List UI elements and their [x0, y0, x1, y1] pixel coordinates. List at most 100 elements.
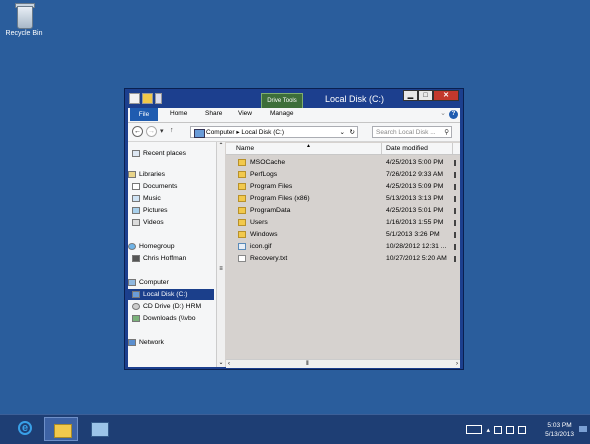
documents-icon: [132, 182, 140, 190]
nav-item-local-disk[interactable]: Local Disk (C:): [128, 289, 214, 300]
explorer-window: Drive Tools Local Disk (C:) ▁ □ ✕ File H…: [124, 88, 464, 370]
nav-item-documents[interactable]: Documents: [132, 181, 218, 192]
window-title: Local Disk (C:): [325, 94, 385, 104]
keyboard-icon[interactable]: [466, 425, 483, 434]
nav-item-downloads[interactable]: Downloads (\\vbo: [132, 313, 218, 324]
help-icon[interactable]: ?: [449, 110, 458, 119]
search-icon[interactable]: ⚲: [444, 127, 449, 138]
folder-icon: [238, 183, 246, 190]
title-bar[interactable]: Drive Tools Local Disk (C:) ▁ □ ✕: [125, 89, 463, 109]
clock[interactable]: 5:03 PM 5/13/2013: [545, 421, 574, 439]
nav-pane-scrollbar[interactable]: ⌃ ≡ ⌄: [216, 142, 225, 367]
scroll-right-icon[interactable]: ›: [456, 360, 458, 368]
file-row[interactable]: PerfLogs 7/26/2012 9:33 AM: [226, 169, 460, 181]
scroll-up-icon[interactable]: ⌃: [217, 142, 225, 150]
show-hidden-icons-icon[interactable]: ▴: [486, 426, 490, 434]
drive-tools-context-tab[interactable]: Drive Tools: [261, 93, 303, 109]
recycle-bin-icon: [14, 2, 35, 29]
server-manager-icon: [91, 422, 109, 437]
taskbar-server-manager[interactable]: [82, 417, 116, 441]
column-date-modified[interactable]: Date modified: [386, 143, 428, 154]
recycle-bin-label: Recycle Bin: [5, 30, 43, 37]
libraries-icon: [128, 170, 136, 178]
tab-file[interactable]: File: [130, 108, 158, 121]
close-button[interactable]: ✕: [433, 90, 459, 101]
recycle-bin[interactable]: Recycle Bin: [4, 2, 44, 37]
navigation-bar: ← → ▾ ↑ Computer ▸ Local Disk (C:) ⌄ ↻ S…: [128, 123, 460, 142]
clock-date: 5/13/2013: [545, 431, 574, 438]
nav-item-computer[interactable]: Computer: [128, 277, 214, 288]
search-input[interactable]: Search Local Disk ... ⚲: [372, 126, 452, 138]
navigation-pane: Recent places Libraries Documents Music …: [128, 142, 217, 367]
file-row[interactable]: ProgramData 4/25/2013 5:01 PM: [226, 205, 460, 217]
network-status-icon[interactable]: [506, 425, 514, 434]
flag-icon[interactable]: [494, 425, 502, 434]
taskbar-file-explorer[interactable]: [44, 417, 78, 441]
taskbar-internet-explorer[interactable]: e: [8, 417, 42, 441]
customize-toolbar-icon[interactable]: [155, 93, 162, 104]
pictures-icon: [132, 206, 140, 214]
desktop: Recycle Bin Drive Tools Local Disk (C:) …: [0, 0, 590, 414]
scroll-grip-icon[interactable]: ⦀: [306, 360, 309, 368]
scroll-down-icon[interactable]: ⌄: [217, 359, 225, 367]
file-row[interactable]: Windows 5/1/2013 3:26 PM: [226, 229, 460, 241]
clock-time: 5:03 PM: [547, 422, 572, 429]
file-row[interactable]: Recovery.txt 10/27/2012 5:20 AM: [226, 253, 460, 265]
address-dropdown-icon[interactable]: ⌄: [340, 127, 345, 138]
refresh-icon[interactable]: ↻: [350, 127, 355, 138]
volume-icon[interactable]: [518, 425, 526, 434]
folder-icon: [238, 159, 246, 166]
expand-ribbon-icon[interactable]: ⌄: [440, 109, 446, 117]
up-button[interactable]: ↑: [170, 127, 174, 134]
drive-icon: [194, 129, 205, 138]
tab-home[interactable]: Home: [170, 110, 187, 117]
file-row[interactable]: Program Files 4/25/2013 5:09 PM: [226, 181, 460, 193]
nav-item-homegroup[interactable]: Homegroup: [128, 241, 214, 252]
nav-item-network[interactable]: Network: [128, 337, 214, 348]
content-area: Recent places Libraries Documents Music …: [128, 142, 460, 368]
file-row[interactable]: Program Files (x86) 5/13/2013 3:13 PM: [226, 193, 460, 205]
network-icon: [128, 338, 136, 346]
show-desktop-button[interactable]: [579, 426, 587, 432]
minimize-button[interactable]: ▁: [403, 90, 418, 101]
nav-item-libraries[interactable]: Libraries: [128, 169, 214, 180]
scroll-left-icon[interactable]: ‹: [228, 360, 230, 368]
music-icon: [132, 194, 140, 202]
forward-button[interactable]: →: [146, 126, 157, 137]
column-name[interactable]: Name: [236, 143, 254, 154]
recent-places-icon: [132, 149, 140, 157]
text-file-icon: [238, 255, 246, 262]
address-bar[interactable]: Computer ▸ Local Disk (C:) ⌄ ↻: [190, 126, 358, 138]
tab-view[interactable]: View: [238, 110, 252, 117]
computer-icon: [128, 278, 136, 286]
folder-icon: [238, 195, 246, 202]
quick-access-toolbar: [129, 93, 162, 104]
file-row[interactable]: MSOCache 4/25/2013 5:00 PM: [226, 157, 460, 169]
nav-item-pictures[interactable]: Pictures: [132, 205, 218, 216]
properties-icon[interactable]: [129, 93, 140, 104]
address-path: Computer ▸ Local Disk (C:): [206, 129, 285, 136]
nav-item-recent-places[interactable]: Recent places: [132, 148, 218, 159]
cd-drive-icon: [132, 302, 140, 310]
scroll-grip-icon[interactable]: ≡: [218, 266, 224, 272]
horizontal-scrollbar[interactable]: ‹ ⦀ ›: [226, 359, 460, 368]
file-explorer-icon: [54, 424, 72, 438]
folder-icon: [238, 171, 246, 178]
search-placeholder: Search Local Disk ...: [376, 129, 436, 136]
nav-item-music[interactable]: Music: [132, 193, 218, 204]
sort-arrow-icon: ▲: [306, 143, 311, 149]
folder-icon: [238, 207, 246, 214]
nav-item-cd-drive[interactable]: CD Drive (D:) HRM: [132, 301, 218, 312]
new-folder-icon[interactable]: [142, 93, 153, 104]
nav-item-chris-hoffman[interactable]: Chris Hoffman: [132, 253, 218, 264]
file-row[interactable]: Users 1/16/2013 1:55 PM: [226, 217, 460, 229]
nav-item-videos[interactable]: Videos: [132, 217, 218, 228]
maximize-button[interactable]: □: [418, 90, 433, 101]
tab-manage[interactable]: Manage: [270, 110, 294, 117]
tab-share[interactable]: Share: [205, 110, 222, 117]
back-button[interactable]: ←: [132, 126, 143, 137]
internet-explorer-icon: e: [18, 421, 32, 435]
folder-icon: [238, 231, 246, 238]
recent-locations-button[interactable]: ▾: [160, 127, 164, 135]
file-row[interactable]: icon.gif 10/28/2012 12:31 ...: [226, 241, 460, 253]
